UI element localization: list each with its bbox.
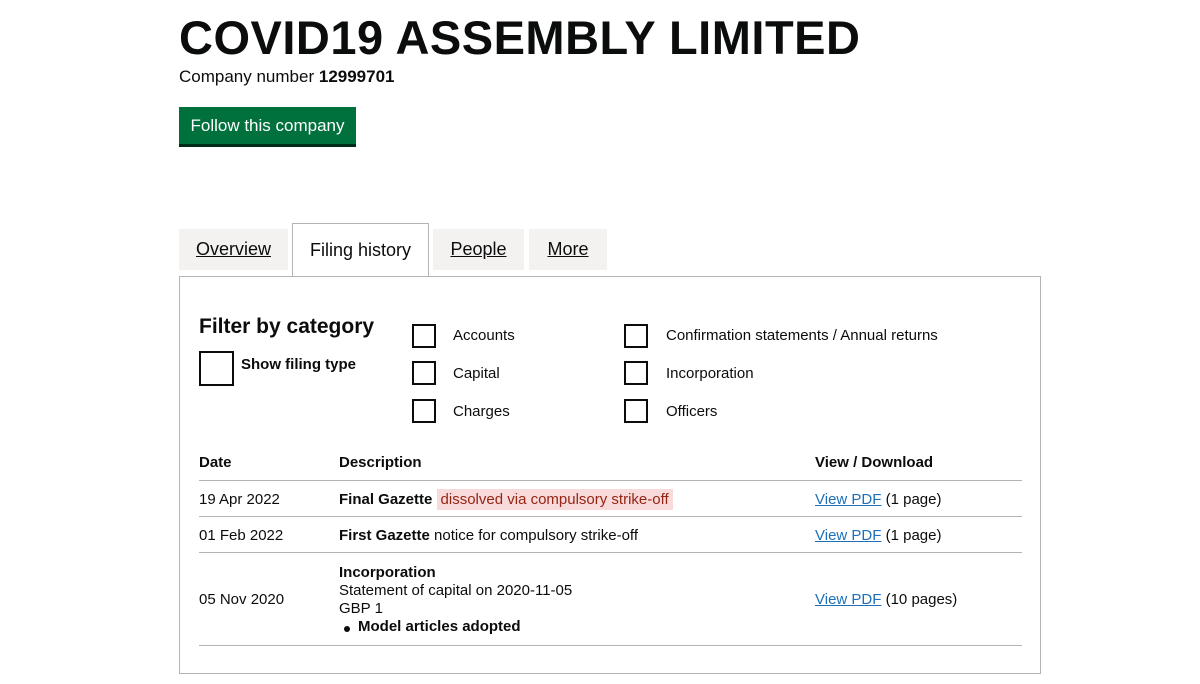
row3-download: View PDF (10 pages) [815,590,957,610]
company-number-label: Company number [179,67,315,86]
row1-view-pdf-link[interactable]: View PDF [815,491,881,508]
row3-capital-amount: GBP 1 [339,600,383,617]
confirmation-statements-label[interactable]: Confirmation statements / Annual returns [666,326,938,346]
charges-label[interactable]: Charges [453,402,510,422]
row1-download: View PDF (1 page) [815,490,941,510]
tab-people[interactable]: People [433,229,524,270]
row2-download: View PDF (1 page) [815,526,941,546]
row-divider [199,645,1022,646]
row2-description: First Gazette notice for compulsory stri… [339,526,638,546]
date-column-header: Date [199,454,232,471]
row2-description-detail: notice for compulsory strike-off [434,527,638,544]
row3-description-title: Incorporation [339,564,436,581]
show-filing-type-label[interactable]: Show filing type [241,355,356,375]
bullet-icon [344,626,350,632]
capital-checkbox[interactable] [412,361,436,385]
tab-more[interactable]: More [529,229,607,270]
capital-label[interactable]: Capital [453,364,500,384]
row1-page-count: (1 page) [885,491,942,508]
incorporation-label[interactable]: Incorporation [666,364,754,384]
show-filing-type-checkbox[interactable] [199,351,234,386]
accounts-checkbox[interactable] [412,324,436,348]
charges-checkbox[interactable] [412,399,436,423]
row3-model-articles: Model articles adopted [358,618,521,635]
view-download-column-header: View / Download [815,454,934,471]
page-title: COVID19 ASSEMBLY LIMITED [179,11,861,64]
row2-page-count: (1 page) [885,527,942,544]
row1-description-status: dissolved via compulsory strike-off [436,489,673,510]
row-divider [199,516,1022,517]
officers-checkbox[interactable] [624,399,648,423]
follow-company-button[interactable]: Follow this company [179,107,356,144]
row3-date: 05 Nov 2020 [199,591,285,608]
row2-view-pdf-link[interactable]: View PDF [815,527,881,544]
header-divider [199,480,1022,481]
row1-description-title: Final Gazette [339,491,433,508]
company-number-value: 12999701 [318,67,395,86]
tab-filing-history[interactable]: Filing history [292,223,429,276]
confirmation-statements-checkbox[interactable] [624,324,648,348]
row1-date: 19 Apr 2022 [199,491,280,508]
row2-date: 01 Feb 2022 [199,527,284,544]
row3-capital-statement: Statement of capital on 2020-11-05 [339,582,573,599]
accounts-label[interactable]: Accounts [453,326,515,346]
officers-label[interactable]: Officers [666,402,717,422]
row3-view-pdf-link[interactable]: View PDF [815,591,881,608]
row3-page-count: (10 pages) [885,591,958,608]
filter-heading: Filter by category [199,315,375,338]
company-number: Company number 12999701 [179,66,395,88]
incorporation-checkbox[interactable] [624,361,648,385]
row-divider [199,552,1022,553]
row2-description-title: First Gazette [339,527,430,544]
description-column-header: Description [339,454,422,471]
tab-overview[interactable]: Overview [179,229,288,270]
row1-description: Final Gazette dissolved via compulsory s… [339,489,673,510]
